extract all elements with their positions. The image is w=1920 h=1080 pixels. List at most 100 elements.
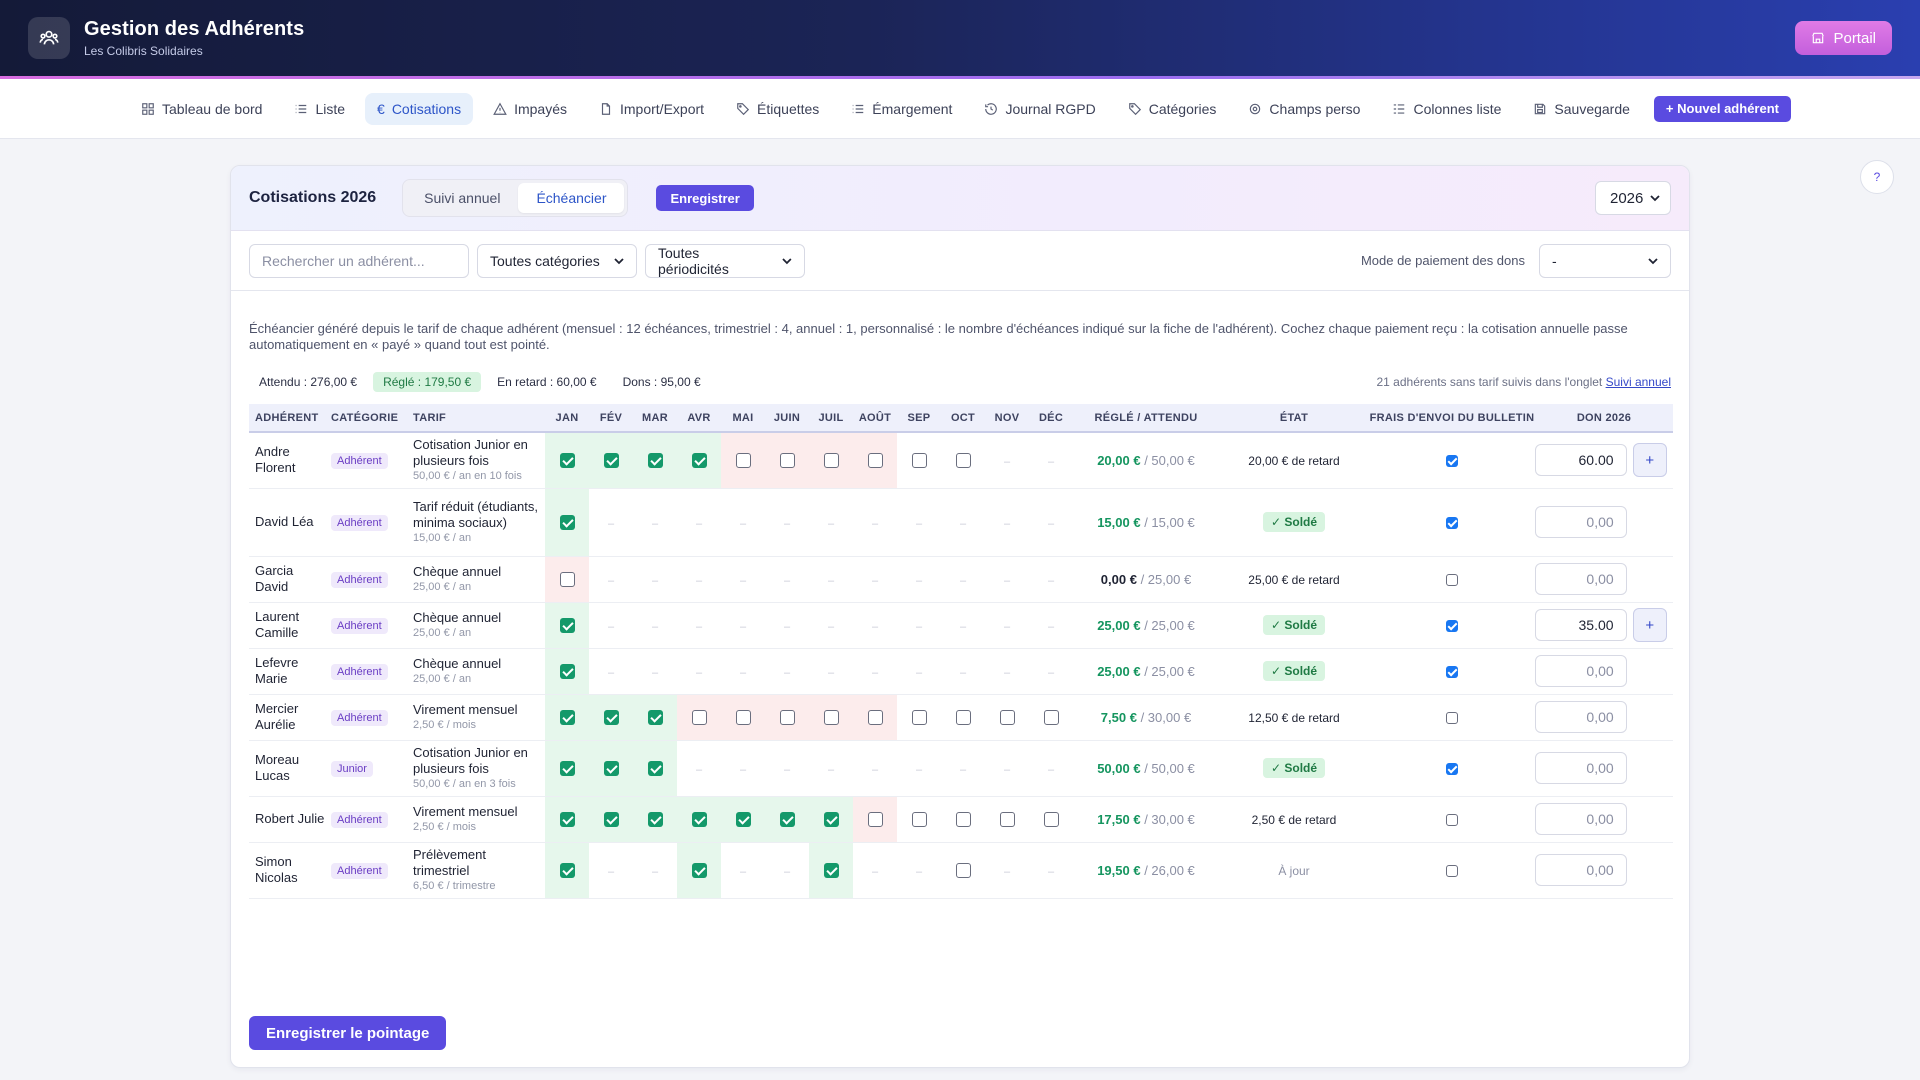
don-input[interactable]: 0,00 — [1535, 655, 1627, 687]
save-button[interactable]: Enregistrer — [656, 185, 754, 211]
frais-envoi-checkbox[interactable] — [1446, 763, 1458, 776]
member-name[interactable]: Robert Julie — [255, 811, 325, 827]
month-checkbox-checked[interactable] — [603, 812, 619, 828]
month-checkbox[interactable] — [1043, 812, 1059, 828]
month-checkbox[interactable] — [911, 710, 927, 726]
month-checkbox-checked[interactable] — [647, 710, 663, 726]
month-checkbox-checked[interactable] — [603, 761, 619, 777]
frais-envoi-checkbox[interactable] — [1446, 712, 1458, 725]
don-input[interactable]: 0,00 — [1535, 803, 1627, 835]
month-checkbox-checked[interactable] — [823, 812, 839, 828]
nav-item-champs-perso[interactable]: Champs perso — [1236, 93, 1372, 125]
month-checkbox-checked[interactable] — [559, 618, 575, 634]
month-checkbox-overdue[interactable] — [559, 572, 575, 588]
month-checkbox-checked[interactable] — [779, 812, 795, 828]
month-checkbox-overdue[interactable] — [779, 453, 795, 469]
frais-envoi-checkbox[interactable] — [1446, 574, 1458, 587]
submit-pointage-button[interactable]: Enregistrer le pointage — [249, 1016, 447, 1050]
month-checkbox-overdue[interactable] — [779, 710, 795, 726]
tab-suivi-annuel[interactable]: Suivi annuel — [406, 183, 518, 213]
month-checkbox-checked[interactable] — [691, 453, 707, 469]
month-checkbox-checked[interactable] — [647, 812, 663, 828]
nav-item-liste[interactable]: Liste — [282, 93, 357, 125]
don-mode-select[interactable]: - — [1539, 243, 1671, 278]
month-checkbox[interactable] — [1043, 710, 1059, 726]
don-input[interactable]: 0,00 — [1535, 506, 1627, 538]
member-name[interactable]: Garcia David — [255, 563, 325, 595]
nav-item-etiquettes[interactable]: Étiquettes — [724, 93, 831, 125]
month-checkbox-checked[interactable] — [559, 710, 575, 726]
category-select[interactable]: Toutes catégories — [477, 243, 637, 278]
frais-envoi-checkbox[interactable] — [1446, 666, 1458, 679]
add-don-button[interactable]: + — [1632, 608, 1667, 642]
frais-envoi-checkbox[interactable] — [1446, 455, 1458, 468]
month-checkbox-checked[interactable] — [647, 453, 663, 469]
month-checkbox[interactable] — [911, 453, 927, 469]
nav-item-journal-rgpd[interactable]: Journal RGPD — [972, 93, 1107, 125]
don-input[interactable]: 0,00 — [1535, 563, 1627, 595]
member-name[interactable]: Lefevre Marie — [255, 655, 325, 687]
don-input[interactable]: 0,00 — [1535, 752, 1627, 784]
month-checkbox[interactable] — [911, 812, 927, 828]
month-checkbox[interactable] — [955, 863, 971, 879]
month-checkbox-overdue[interactable] — [867, 812, 883, 828]
month-checkbox-checked[interactable] — [691, 863, 707, 879]
month-checkbox-checked[interactable] — [603, 710, 619, 726]
help-button[interactable]: ? — [1860, 160, 1894, 194]
month-checkbox-checked[interactable] — [559, 812, 575, 828]
month-checkbox-checked[interactable] — [823, 863, 839, 879]
nav-item-tableau-de-bord[interactable]: Tableau de bord — [129, 93, 274, 125]
month-checkbox-checked[interactable] — [735, 812, 751, 828]
new-member-button[interactable]: + Nouvel adhérent — [1653, 95, 1791, 122]
nav-item-emargement[interactable]: Émargement — [839, 93, 964, 125]
nav-item-colonnes-liste[interactable]: Colonnes liste — [1380, 93, 1513, 125]
month-checkbox[interactable] — [955, 812, 971, 828]
add-don-button[interactable]: + — [1632, 443, 1667, 478]
don-input[interactable]: 0,00 — [1535, 854, 1627, 886]
member-name[interactable]: Mercier Aurélie — [255, 701, 325, 733]
month-checkbox-checked[interactable] — [647, 761, 663, 777]
month-checkbox-checked[interactable] — [603, 453, 619, 469]
member-name[interactable]: Simon Nicolas — [255, 854, 325, 886]
year-select[interactable]: 2026 — [1595, 181, 1671, 215]
suivi-annuel-link[interactable]: Suivi annuel — [1606, 375, 1671, 389]
month-checkbox-overdue[interactable] — [823, 453, 839, 469]
nav-item-sauvegarde[interactable]: Sauvegarde — [1521, 93, 1642, 125]
month-checkbox-checked[interactable] — [691, 812, 707, 828]
month-checkbox-checked[interactable] — [559, 453, 575, 469]
frais-envoi-checkbox[interactable] — [1446, 517, 1458, 530]
frais-envoi-checkbox[interactable] — [1446, 865, 1458, 878]
don-input[interactable]: 35.00 — [1535, 609, 1627, 641]
month-checkbox-checked[interactable] — [559, 761, 575, 777]
member-name[interactable]: Laurent Camille — [255, 609, 325, 641]
month-checkbox-overdue[interactable] — [867, 453, 883, 469]
month-checkbox[interactable] — [955, 710, 971, 726]
nav-item-impayes[interactable]: Impayés — [481, 93, 579, 125]
frais-envoi-checkbox[interactable] — [1446, 620, 1458, 633]
month-checkbox-overdue[interactable] — [735, 453, 751, 469]
month-checkbox-overdue[interactable] — [691, 710, 707, 726]
don-input[interactable]: 60.00 — [1535, 444, 1627, 477]
member-name[interactable]: Moreau Lucas — [255, 752, 325, 784]
tarif-detail: 25,00 € / an — [413, 627, 472, 639]
don-input[interactable]: 0,00 — [1535, 701, 1627, 733]
month-checkbox-checked[interactable] — [559, 863, 575, 879]
nav-item-import-export[interactable]: Import/Export — [587, 93, 716, 125]
month-checkbox-checked[interactable] — [559, 664, 575, 680]
month-checkbox-checked[interactable] — [559, 515, 575, 531]
month-checkbox[interactable] — [999, 710, 1015, 726]
nav-item-cotisations[interactable]: € Cotisations — [365, 92, 474, 125]
portal-button[interactable]: Portail — [1795, 21, 1892, 55]
month-checkbox-overdue[interactable] — [867, 710, 883, 726]
month-checkbox-overdue[interactable] — [823, 710, 839, 726]
nav-item-categories[interactable]: Catégories — [1116, 93, 1229, 125]
periodicity-select[interactable]: Toutes périodicités — [645, 243, 805, 278]
month-checkbox[interactable] — [999, 812, 1015, 828]
member-name[interactable]: David Léa — [255, 514, 325, 530]
frais-envoi-checkbox[interactable] — [1446, 814, 1458, 827]
month-checkbox[interactable] — [955, 453, 971, 469]
member-name[interactable]: Andre Florent — [255, 444, 325, 476]
month-checkbox-overdue[interactable] — [735, 710, 751, 726]
search-input[interactable]: Rechercher un adhérent... — [249, 243, 469, 278]
tab-echeancier[interactable]: Échéancier — [518, 183, 625, 213]
